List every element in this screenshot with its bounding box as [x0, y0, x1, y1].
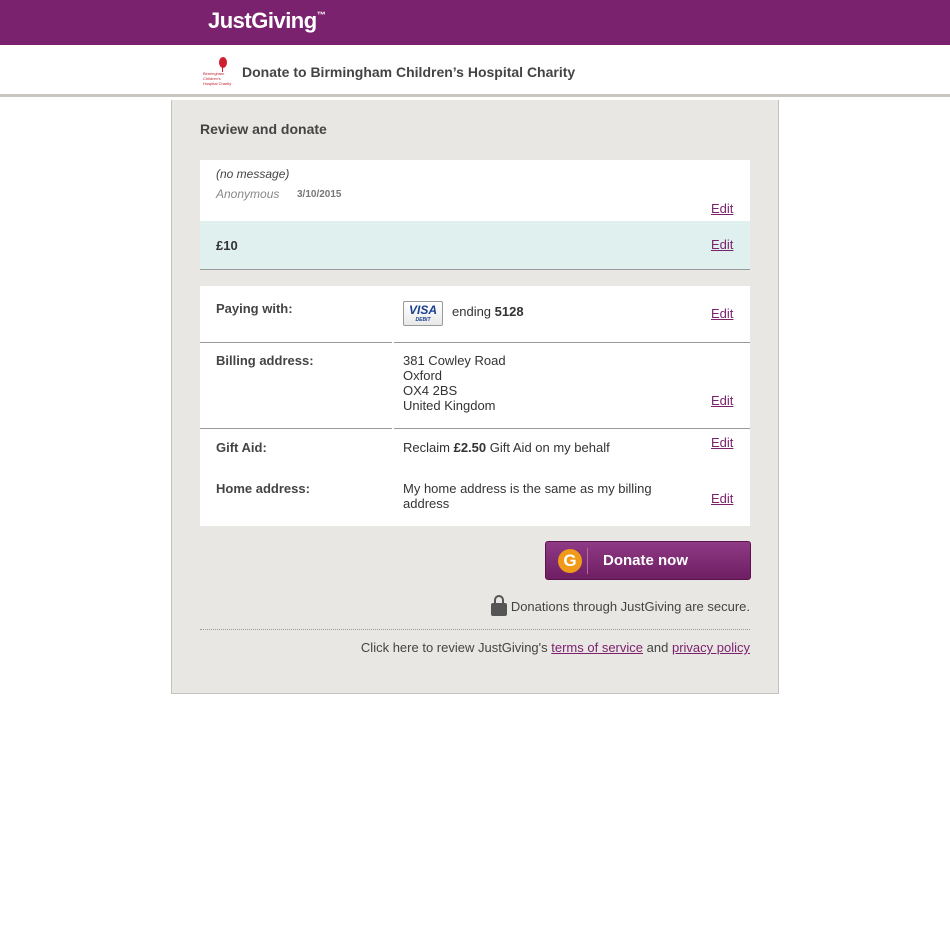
edit-message-link[interactable]: Edit: [711, 201, 733, 216]
donate-now-label: Donate now: [603, 552, 688, 569]
edit-billing-link[interactable]: Edit: [711, 393, 733, 408]
card-ending-prefix: ending: [452, 304, 492, 319]
terms-of-service-link[interactable]: terms of service: [551, 640, 643, 655]
page-title: Donate to Birmingham Children’s Hospital…: [242, 64, 576, 80]
charity-logo-text: Birmingham Children's Hospital Charity: [203, 71, 232, 86]
dotted-divider: [200, 629, 750, 630]
row-divider: [394, 342, 750, 343]
home-address-label: Home address:: [216, 481, 310, 496]
card-ending: ending 5128: [452, 304, 524, 319]
donation-date: 3/10/2015: [297, 189, 342, 200]
home-address-value: My home address is the same as my billin…: [403, 481, 652, 511]
logo-trademark: ™: [316, 10, 326, 20]
terms-prefix: Click here to review JustGiving's: [360, 640, 548, 655]
charity-logo: Birmingham Children's Hospital Charity: [201, 56, 231, 86]
justgiving-g-icon: G: [558, 549, 582, 573]
donation-summary-box: (no message) Anonymous 3/10/2015 Edit £1…: [200, 160, 750, 270]
gift-aid-label: Gift Aid:: [216, 440, 267, 455]
billing-address: 381 Cowley Road Oxford OX4 2BS United Ki…: [403, 353, 506, 413]
button-separator: [587, 548, 588, 574]
edit-amount-link[interactable]: Edit: [711, 237, 733, 252]
terms-text: Click here to review JustGiving's terms …: [361, 640, 750, 655]
donor-name: Anonymous: [216, 187, 280, 201]
card-type: DEBIT: [415, 317, 431, 323]
gift-aid-value: Reclaim £2.50 Gift Aid on my behalf: [403, 440, 610, 455]
card-brand: VISA: [408, 303, 437, 317]
section-title: Review and donate: [200, 121, 327, 137]
logo-text: JustGiving: [208, 8, 317, 33]
lock-body: [491, 603, 507, 616]
row-divider: [200, 342, 392, 343]
lock-icon: [491, 595, 507, 617]
donation-message: (no message): [216, 167, 290, 181]
donate-now-button[interactable]: G Donate now: [545, 541, 751, 580]
billing-address-label: Billing address:: [216, 353, 314, 368]
top-header-bar: JustGiving™: [0, 0, 950, 45]
edit-payment-link[interactable]: Edit: [711, 306, 733, 321]
payment-details-box: Paying with: VISA DEBIT ending 5128 Edit…: [200, 286, 750, 526]
card-ending-digits: 5128: [494, 304, 524, 319]
billing-address-line: United Kingdom: [403, 398, 496, 413]
billing-address-line: OX4 2BS: [403, 383, 458, 398]
gift-aid-suffix: Gift Aid on my behalf: [489, 440, 610, 455]
justgiving-logo[interactable]: JustGiving™: [208, 8, 326, 34]
paying-with-label: Paying with:: [216, 301, 293, 316]
balloon-icon: [219, 57, 227, 68]
privacy-policy-link[interactable]: privacy policy: [672, 640, 750, 655]
secure-message: Donations through JustGiving are secure.: [510, 599, 750, 614]
row-divider: [394, 428, 750, 429]
gift-aid-prefix: Reclaim: [403, 440, 450, 455]
edit-home-address-link[interactable]: Edit: [711, 491, 733, 506]
row-divider: [200, 428, 392, 429]
terms-and: and: [646, 640, 669, 655]
visa-debit-icon: VISA DEBIT: [403, 301, 443, 326]
billing-address-line: Oxford: [403, 368, 443, 383]
billing-address-line: 381 Cowley Road: [403, 353, 506, 368]
edit-gift-aid-link[interactable]: Edit: [711, 435, 733, 450]
review-panel: Review and donate (no message) Anonymous…: [171, 100, 779, 694]
amount-row: £10 Edit: [200, 221, 750, 269]
donation-amount: £10: [216, 238, 238, 253]
gift-aid-amount: £2.50: [453, 440, 487, 455]
